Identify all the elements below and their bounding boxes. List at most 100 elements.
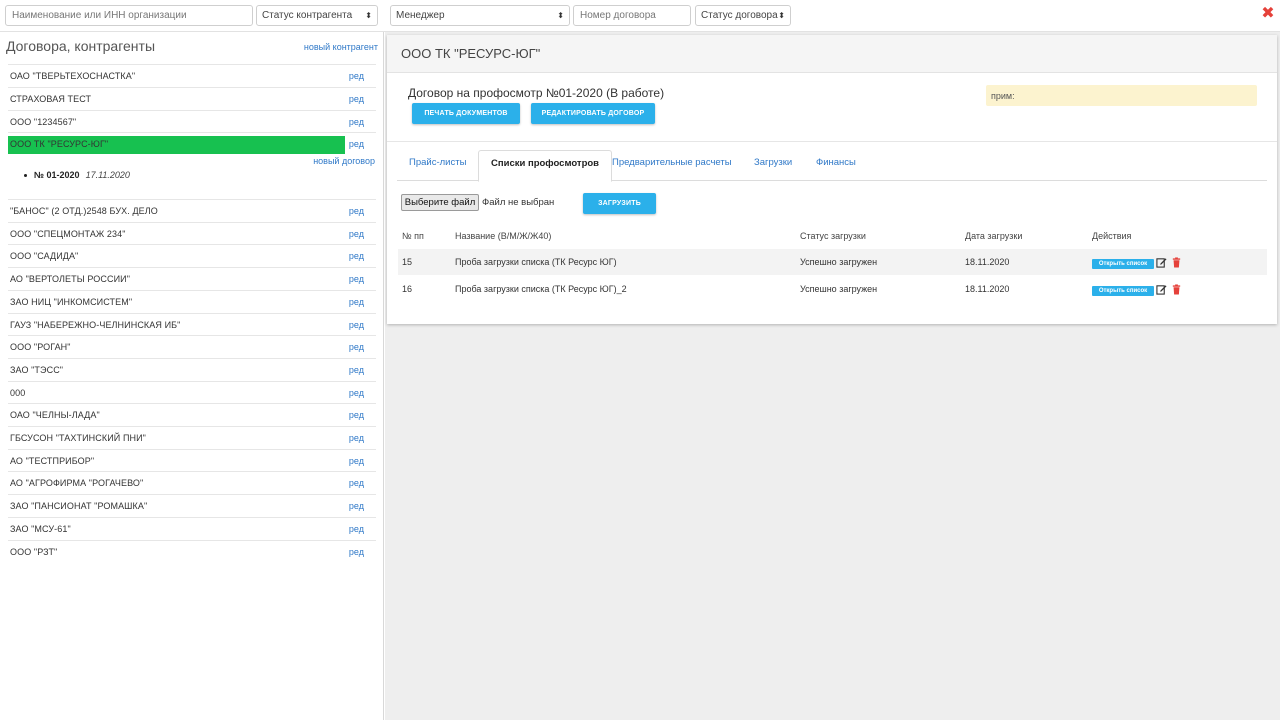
org-name[interactable]: ОАО "ТВЕРЬТЕХОСНАСТКА" <box>10 71 135 81</box>
tab-price-lists[interactable]: Прайс-листы <box>397 150 478 181</box>
edit-link[interactable]: ред <box>349 117 364 127</box>
edit-link[interactable]: ред <box>349 71 364 81</box>
row-name: Проба загрузки списка (ТК Ресурс ЮГ)_2 <box>455 284 627 294</box>
note-field[interactable]: прим: <box>986 85 1257 106</box>
tab-preliminary-calculations[interactable]: Предварительные расчеты <box>600 150 744 181</box>
org-name[interactable]: ГБСУСОН "ТАХТИНСКИЙ ПНИ" <box>10 433 146 443</box>
org-row[interactable]: ОАО "ТВЕРЬТЕХОСНАСТКА" ред <box>8 64 376 87</box>
card-header: ООО ТК "РЕСУРС-ЮГ" <box>387 35 1277 73</box>
edit-link[interactable]: ред <box>349 501 364 511</box>
org-row[interactable]: ГБСУСОН "ТАХТИНСКИЙ ПНИ" ред <box>8 426 376 449</box>
org-row[interactable]: ООО "1234567" ред <box>8 110 376 133</box>
org-row-selected[interactable]: ООО ТК "РЕСУРС-ЮГ" ред <box>8 132 376 155</box>
org-row[interactable]: ООО "РОГАН" ред <box>8 335 376 358</box>
org-row[interactable]: ЗАО "ПАНСИОНАТ "РОМАШКА" ред <box>8 494 376 517</box>
divider <box>387 141 1277 142</box>
select-arrow-icon: ⬍ <box>778 11 785 20</box>
org-name[interactable]: АО "АГРОФИРМА "РОГАЧЕВО" <box>10 478 143 488</box>
row-date: 18.11.2020 <box>965 257 1010 267</box>
org-name[interactable]: ЗАО "ПАНСИОНАТ "РОМАШКА" <box>10 501 147 511</box>
org-name[interactable]: ЗАО НИЦ "ИНКОМСИСТЕМ" <box>10 297 132 307</box>
edit-link[interactable]: ред <box>349 94 364 104</box>
org-name[interactable]: ООО "РОГАН" <box>10 342 71 352</box>
tab-finance[interactable]: Финансы <box>804 150 868 181</box>
choose-file-button[interactable]: Выберите файл <box>401 194 479 211</box>
edit-link[interactable]: ред <box>349 320 364 330</box>
edit-link[interactable]: ред <box>349 410 364 420</box>
org-row[interactable]: ООО "РЗТ" ред <box>8 539 376 563</box>
org-search-input[interactable] <box>5 5 253 26</box>
org-row[interactable]: ООО "СПЕЦМОНТАЖ 234" ред <box>8 221 376 245</box>
upload-button[interactable]: ЗАГРУЗИТЬ <box>583 193 656 214</box>
close-icon[interactable]: ✖ <box>1261 5 1275 23</box>
trash-icon[interactable] <box>1171 284 1182 295</box>
org-name[interactable]: 000 <box>10 388 25 398</box>
org-row[interactable]: ЗАО "МСУ-61" ред <box>8 516 376 540</box>
tab-checkup-lists[interactable]: Списки профосмотров <box>478 150 613 182</box>
org-row[interactable]: ГАУЗ "НАБЕРЕЖНО-ЧЕЛНИНСКАЯ ИБ" ред <box>8 312 376 336</box>
org-row[interactable]: ЗАО "ТЭСС" ред <box>8 357 376 381</box>
new-contractor-link[interactable]: новый контрагент <box>304 42 378 52</box>
org-row[interactable]: АО "АГРОФИРМА "РОГАЧЕВО" ред <box>8 471 376 494</box>
org-row[interactable]: 000 ред <box>8 380 376 404</box>
org-row[interactable]: СТРАХОВАЯ ТЕСТ ред <box>8 87 376 110</box>
edit-link[interactable]: ред <box>349 365 364 375</box>
org-name[interactable]: ОАО "ЧЕЛНЫ-ЛАДА" <box>10 410 100 420</box>
org-row[interactable]: "БАНОС" (2 ОТД.)2548 БУХ. ДЕЛО ред <box>8 199 376 222</box>
org-row[interactable]: ООО "САДИДА" ред <box>8 244 376 267</box>
contract-list-item[interactable]: № 01-2020 17.11.2020 <box>24 170 130 180</box>
select-arrow-icon: ⬍ <box>557 11 564 20</box>
contract-number[interactable]: № 01-2020 <box>34 170 80 180</box>
org-name[interactable]: "БАНОС" (2 ОТД.)2548 БУХ. ДЕЛО <box>10 206 158 216</box>
org-name[interactable]: ГАУЗ "НАБЕРЕЖНО-ЧЕЛНИНСКАЯ ИБ" <box>10 320 180 330</box>
tab-uploads[interactable]: Загрузки <box>742 150 804 181</box>
org-name[interactable]: ООО "СПЕЦМОНТАЖ 234" <box>10 229 126 239</box>
edit-link[interactable]: ред <box>349 433 364 443</box>
open-list-button[interactable]: Открыть список <box>1092 286 1154 296</box>
edit-link[interactable]: ред <box>349 388 364 398</box>
edit-link[interactable]: ред <box>349 251 364 261</box>
select-arrow-icon: ⬍ <box>365 11 372 20</box>
open-list-button[interactable]: Открыть список <box>1092 259 1154 269</box>
table-row: 16 Проба загрузки списка (ТК Ресурс ЮГ)_… <box>398 276 1267 302</box>
org-row[interactable]: ОАО "ЧЕЛНЫ-ЛАДА" ред <box>8 403 376 426</box>
tabs-bar: Прайс-листы Списки профосмотров Предвари… <box>397 150 1267 182</box>
edit-link[interactable]: ред <box>349 478 364 488</box>
contractor-status-select[interactable]: Статус контрагента ⬍ <box>256 5 378 26</box>
org-name[interactable]: ООО "1234567" <box>10 117 76 127</box>
edit-link[interactable]: ред <box>349 342 364 352</box>
edit-icon[interactable] <box>1156 257 1167 268</box>
new-contract-link[interactable]: новый договор <box>313 156 375 166</box>
print-documents-button[interactable]: ПЕЧАТЬ ДОКУМЕНТОВ <box>412 103 520 124</box>
sidebar-title: Договора, контрагенты <box>6 38 156 54</box>
edit-link[interactable]: ред <box>349 139 364 149</box>
org-name[interactable]: ООО "РЗТ" <box>10 547 57 557</box>
contract-number-input[interactable] <box>573 5 691 26</box>
edit-icon[interactable] <box>1156 284 1167 295</box>
org-name[interactable]: ООО ТК "РЕСУРС-ЮГ" <box>10 139 108 149</box>
org-name[interactable]: АО "ВЕРТОЛЕТЫ РОССИИ" <box>10 274 130 284</box>
org-name[interactable]: АО "ТЕСТПРИБОР" <box>10 456 94 466</box>
org-row[interactable]: АО "ТЕСТПРИБОР" ред <box>8 448 376 472</box>
org-name[interactable]: ООО "САДИДА" <box>10 251 78 261</box>
org-row[interactable]: АО "ВЕРТОЛЕТЫ РОССИИ" ред <box>8 267 376 290</box>
org-name[interactable]: ЗАО "МСУ-61" <box>10 524 71 534</box>
edit-link[interactable]: ред <box>349 547 364 557</box>
edit-link[interactable]: ред <box>349 206 364 216</box>
edit-link[interactable]: ред <box>349 229 364 239</box>
edit-contract-button[interactable]: РЕДАКТИРОВАТЬ ДОГОВОР <box>531 103 655 124</box>
table-row: 15 Проба загрузки списка (ТК Ресурс ЮГ) … <box>398 249 1267 275</box>
org-row[interactable]: ЗАО НИЦ "ИНКОМСИСТЕМ" ред <box>8 289 376 313</box>
edit-link[interactable]: ред <box>349 297 364 307</box>
org-name[interactable]: СТРАХОВАЯ ТЕСТ <box>10 94 91 104</box>
edit-link[interactable]: ред <box>349 456 364 466</box>
row-name: Проба загрузки списка (ТК Ресурс ЮГ) <box>455 257 617 267</box>
row-status: Успешно загружен <box>800 284 878 294</box>
org-title: ООО ТК "РЕСУРС-ЮГ" <box>401 46 541 61</box>
trash-icon[interactable] <box>1171 257 1182 268</box>
edit-link[interactable]: ред <box>349 274 364 284</box>
edit-link[interactable]: ред <box>349 524 364 534</box>
contract-status-select[interactable]: Статус договора ⬍ <box>695 5 791 26</box>
org-name[interactable]: ЗАО "ТЭСС" <box>10 365 63 375</box>
manager-select[interactable]: Менеджер ⬍ <box>390 5 570 26</box>
